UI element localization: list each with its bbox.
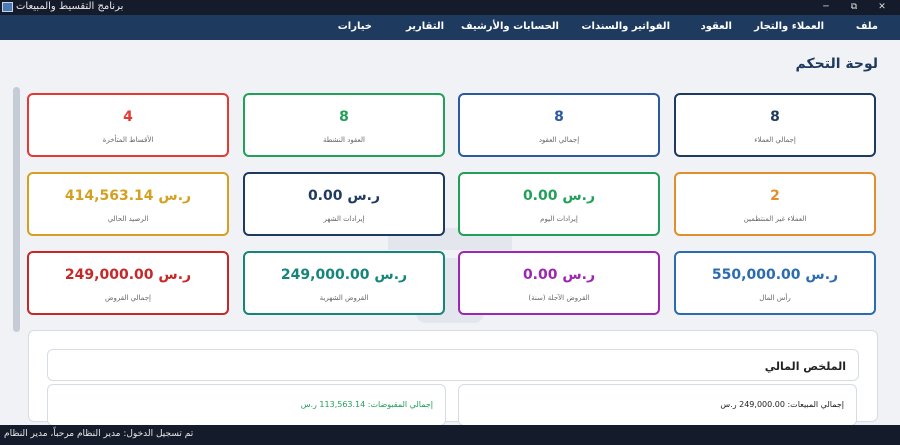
card-value: 0.00 ر.س	[522, 188, 596, 204]
menu-bar: ملف العملاء والتجار العقود الفواتير والس…	[0, 15, 900, 40]
card-value: 0.00 ر.س	[307, 188, 381, 204]
card-label: إجمالي العملاء	[754, 136, 796, 144]
summary-title: الملخص المالي	[764, 360, 846, 373]
total-collected-text: إجمالي المقبوضات: 113,563.14 ر.س	[300, 400, 433, 409]
card-value: 8	[770, 109, 780, 125]
total-sales-text: إجمالي المبيعات: 249,000.00 ر.س	[720, 400, 844, 409]
card-label: الرصيد الحالي	[107, 215, 149, 223]
menu-options[interactable]: خيارات	[338, 21, 372, 32]
card-irregular-customers: 2 العملاء غير المنتظمين	[674, 172, 876, 236]
menu-customers[interactable]: العملاء والتجار	[754, 21, 824, 32]
maximize-button[interactable]: ⧉	[840, 0, 868, 15]
card-value: 2	[770, 188, 780, 204]
card-today-revenue: 0.00 ر.س إيرادات اليوم	[458, 172, 660, 236]
card-label: العقود النشطة	[323, 136, 365, 144]
menu-file[interactable]: ملف	[856, 21, 878, 32]
card-label: إيرادات الشهر	[323, 215, 365, 223]
card-active-contracts: 8 العقود النشطة	[243, 93, 445, 157]
card-label: الأقساط المتأخرة	[102, 136, 154, 144]
card-label: إجمالي القروض	[105, 294, 151, 302]
card-label: القروض الشهرية	[319, 294, 369, 302]
menu-reports[interactable]: التقارير	[406, 21, 444, 32]
total-sales-box: إجمالي المبيعات: 249,000.00 ر.س	[458, 384, 857, 426]
card-total-customers: 8 إجمالي العملاء	[674, 93, 876, 157]
menu-contracts[interactable]: العقود	[701, 21, 732, 32]
card-value: 249,000.00 ر.س	[280, 267, 408, 283]
menu-invoices[interactable]: الفواتير والسندات	[581, 21, 670, 32]
card-current-balance: 414,563.14 ر.س الرصيد الحالي	[27, 172, 229, 236]
card-label: إجمالي العقود	[538, 136, 580, 144]
total-collected-box: إجمالي المقبوضات: 113,563.14 ر.س	[47, 384, 446, 426]
card-label: العملاء غير المنتظمين	[743, 215, 807, 223]
card-capital: 550,000.00 ر.س رأس المال	[674, 251, 876, 315]
card-value: 249,000.00 ر.س	[64, 267, 192, 283]
card-deferred-loans: 0.00 ر.س القروض الآجلة (سنة)	[458, 251, 660, 315]
card-label: القروض الآجلة (سنة)	[528, 294, 590, 302]
card-month-revenue: 0.00 ر.س إيرادات الشهر	[243, 172, 445, 236]
scrollbar[interactable]	[13, 87, 20, 332]
title-bar: برنامج التقسيط والمبيعات ─ ⧉ ✕	[0, 0, 900, 15]
financial-summary-panel: الملخص المالي إجمالي المبيعات: 249,000.0…	[28, 330, 878, 426]
card-total-contracts: 8 إجمالي العقود	[458, 93, 660, 157]
status-bar: تم تسجيل الدخول: مدير النظام مرحباً، مدي…	[0, 425, 900, 445]
card-value: 8	[339, 109, 349, 125]
card-late-installments: 4 الأقساط المتأخرة	[27, 93, 229, 157]
card-value: 550,000.00 ر.س	[711, 267, 839, 283]
card-value: 4	[123, 109, 133, 125]
card-label: رأس المال	[759, 294, 791, 302]
window-title: برنامج التقسيط والمبيعات	[16, 1, 124, 12]
close-button[interactable]: ✕	[868, 0, 896, 15]
menu-accounts[interactable]: الحسابات والأرشيف	[461, 21, 559, 32]
app-icon	[2, 2, 13, 12]
status-text: تم تسجيل الدخول: مدير النظام مرحباً، مدي…	[4, 429, 194, 439]
card-value: 0.00 ر.س	[522, 267, 596, 283]
card-label: إيرادات اليوم	[540, 215, 578, 223]
minimize-button[interactable]: ─	[812, 0, 840, 15]
card-monthly-loans: 249,000.00 ر.س القروض الشهرية	[243, 251, 445, 315]
page-title: لوحة التحكم	[795, 56, 878, 72]
card-total-loans: 249,000.00 ر.س إجمالي القروض	[27, 251, 229, 315]
card-value: 414,563.14 ر.س	[64, 188, 192, 204]
summary-header: الملخص المالي	[47, 349, 859, 381]
card-value: 8	[554, 109, 564, 125]
